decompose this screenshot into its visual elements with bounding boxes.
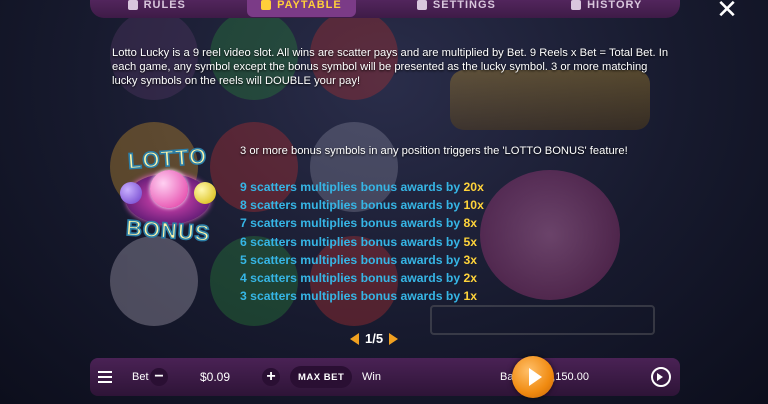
gear-icon [416,0,427,10]
tab-paytable[interactable]: PAYTABLE [247,0,356,17]
bet-label: Bet [132,371,149,383]
tab-label: SETTINGS [432,0,496,11]
tab-label: HISTORY [587,0,643,11]
scatter-multiplier-list: 9 scatters multiplies bonus awards by 20… [240,178,484,305]
purple-ball-icon [120,182,142,204]
book-icon [127,0,138,10]
intro-text: Lotto Lucky is a 9 reel video slot. All … [112,47,669,87]
win-label: Win [362,371,381,383]
clock-icon [571,0,582,10]
clover-icon [261,0,272,10]
list-item: 4 scatters multiplies bonus awards by 2x [240,270,478,285]
bet-value: $0.09 [200,370,231,384]
close-icon[interactable]: ✕ [712,0,742,22]
list-item: 7 scatters multiplies bonus awards by 8x [240,216,478,231]
list-item: 9 scatters multiplies bonus awards by 20… [240,180,484,194]
list-item: 6 scatters multiplies bonus awards by 5x [240,234,478,249]
list-item: 5 scatters multiplies bonus awards by 3x [240,252,478,267]
yellow-ball-icon [194,182,216,204]
bonus-logo-line2: BONUS [124,214,212,246]
bonus-logo-line1: LOTTO [126,142,208,174]
list-item: 3 scatters multiplies bonus awards by 1x [240,289,478,304]
list-item: 8 scatters multiplies bonus awards by 10… [240,198,484,213]
tab-label: RULES [143,0,186,11]
lotto-bonus-symbol: LOTTO BONUS [116,142,222,248]
tab-label: PAYTABLE [277,0,342,11]
prev-page-icon[interactable] [350,332,359,345]
tab-history[interactable]: HISTORY [557,0,656,17]
page-indicator: 1/5 [365,331,384,346]
top-tab-bar: RULES PAYTABLE SETTINGS HISTORY [90,0,680,18]
page-navigator: 1/5 [350,331,399,346]
bet-decrease-button[interactable]: − [150,368,168,386]
trigger-text: 3 or more bonus symbols in any position … [240,145,628,157]
autoplay-icon[interactable] [651,367,671,387]
max-bet-button[interactable]: MAX BET [290,366,353,388]
tab-rules[interactable]: RULES [114,0,200,17]
menu-icon[interactable] [98,358,112,396]
bottom-control-bar: Bet − $0.09 + MAX BET Win Balance $1,150… [90,358,680,396]
tab-settings[interactable]: SETTINGS [403,0,510,17]
next-page-icon[interactable] [389,332,399,345]
bet-increase-button[interactable]: + [262,368,280,386]
spin-button[interactable] [512,356,554,398]
pink-ball-icon [150,170,188,208]
